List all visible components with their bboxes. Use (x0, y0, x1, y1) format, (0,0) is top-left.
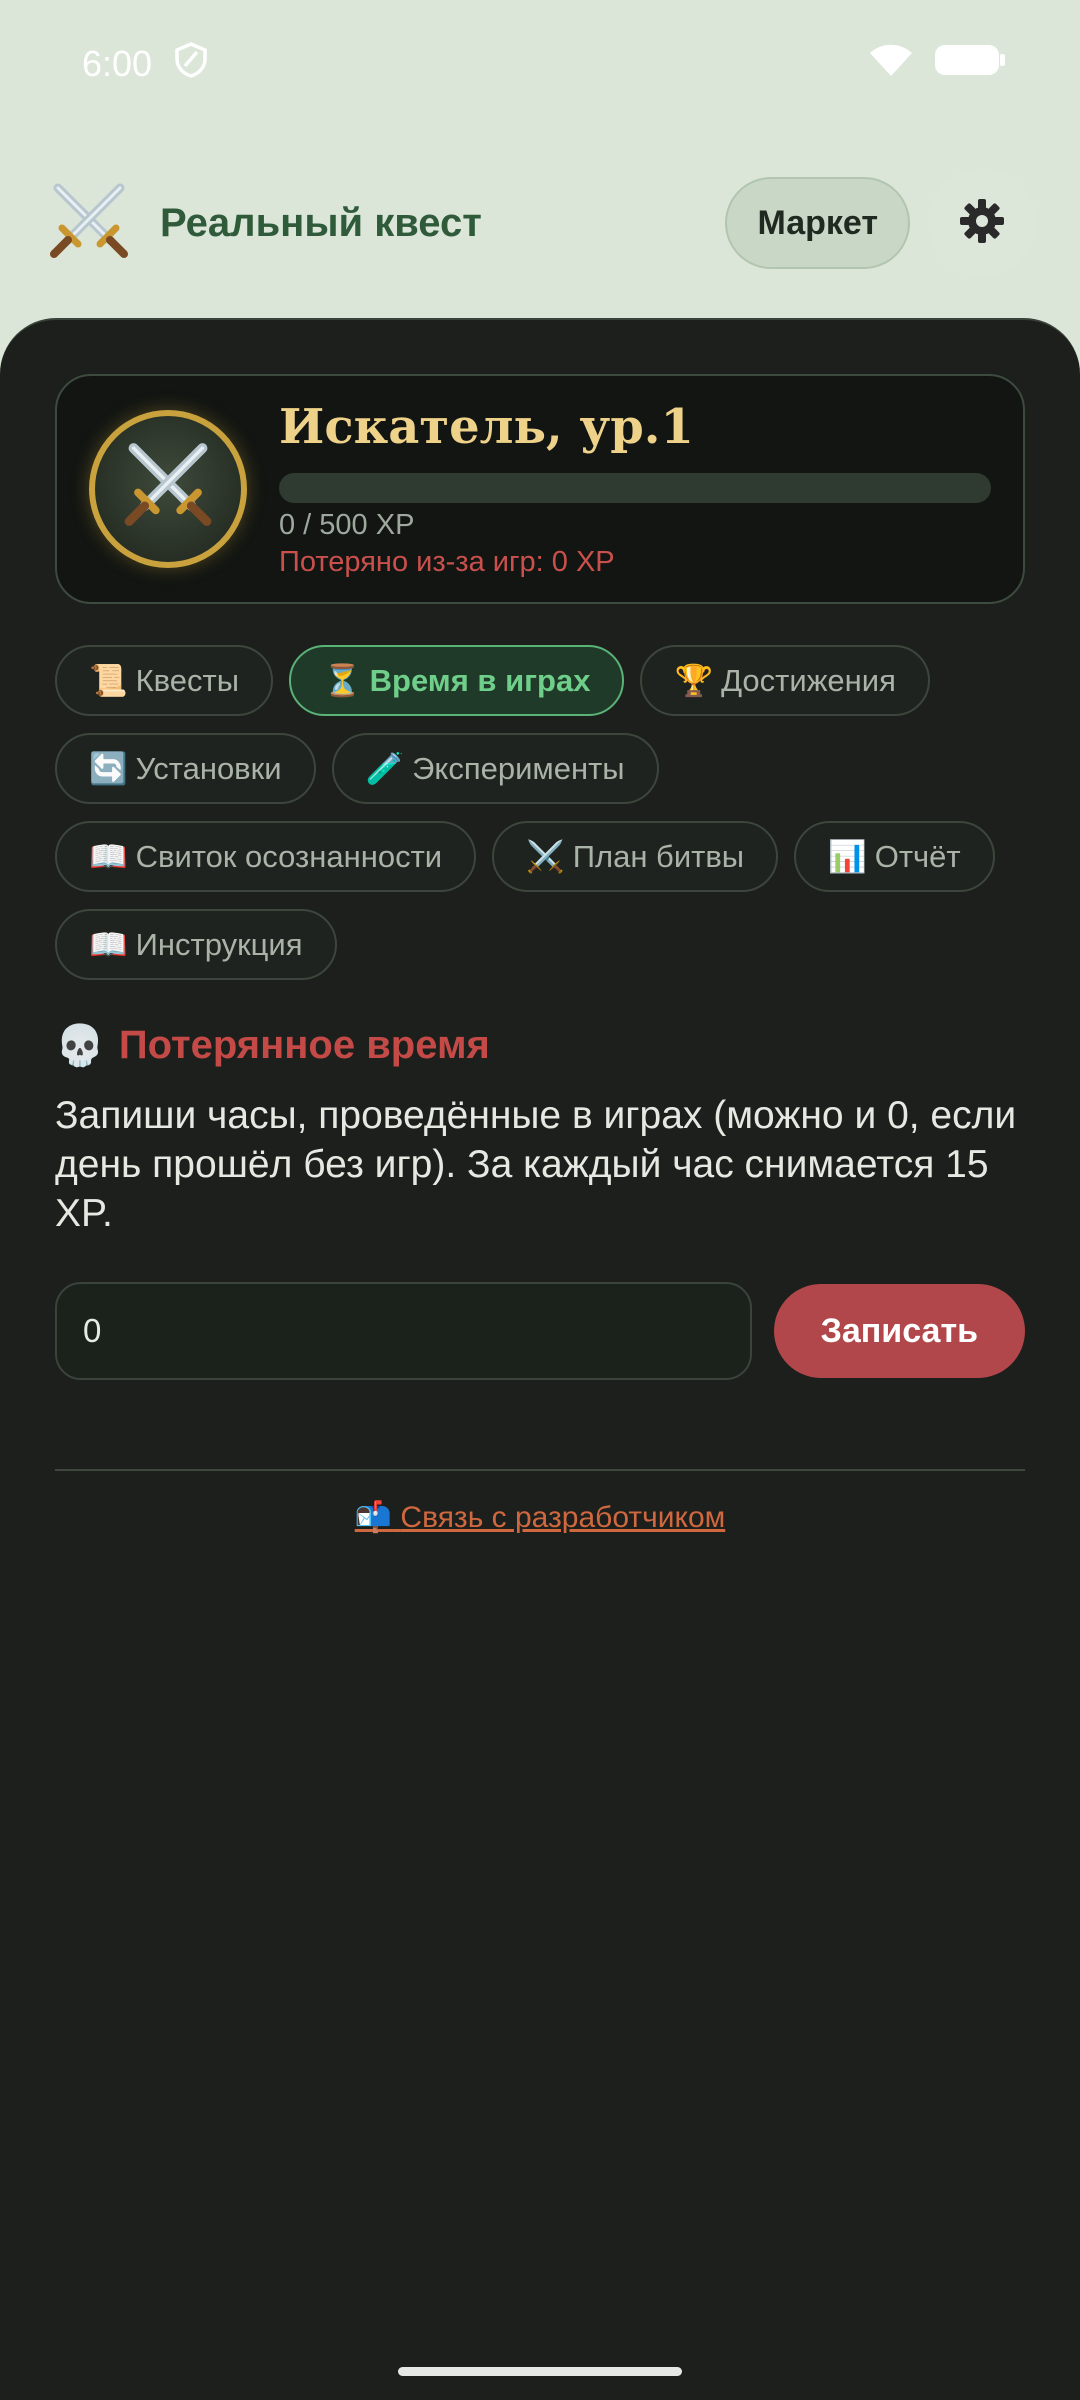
section-title-text: Потерянное время (118, 1023, 490, 1067)
tab-battle-plan[interactable]: ⚔️ План битвы (492, 821, 779, 892)
section-title: 💀 Потерянное время (55, 1022, 1030, 1069)
hourglass-icon: ⏳ (323, 663, 362, 698)
trophy-icon: 🏆 (674, 663, 714, 698)
main-content: Искатель, ур.1 0 / 500 XP Потеряно из-за… (0, 318, 1080, 2400)
market-button[interactable]: Маркет (725, 177, 910, 269)
wifi-icon (868, 42, 914, 87)
crossed-swords-logo-icon (44, 178, 134, 268)
tab-label: План битвы (572, 838, 745, 874)
tab-report[interactable]: 📊 Отчёт (794, 821, 995, 892)
contact-developer-link[interactable]: 📬 Связь с разработчиком (0, 1500, 1080, 1535)
skull-icon: 💀 (55, 1024, 105, 1068)
swords-icon: ⚔️ (526, 839, 565, 874)
player-rank: Искатель, ур.1 (279, 399, 694, 455)
tab-instructions[interactable]: 📖 Инструкция (55, 909, 337, 980)
bar-chart-icon: 📊 (828, 839, 867, 874)
status-time: 6:00 (82, 43, 153, 84)
status-bar: 6:00 (0, 0, 1080, 128)
app-title: Реальный квест (160, 200, 482, 245)
contact-label: Связь с разработчиком (400, 1501, 726, 1534)
shield-icon (174, 41, 208, 87)
lost-time-section: 💀 Потерянное время Запиши часы, проведён… (55, 1022, 1030, 1238)
profile-card: Искатель, ур.1 0 / 500 XP Потеряно из-за… (55, 374, 1025, 604)
mailbox-icon: 📬 (354, 1501, 393, 1534)
book-icon: 📖 (89, 839, 128, 874)
settings-button[interactable] (928, 169, 1036, 277)
test-tube-icon: 🧪 (365, 751, 405, 786)
tab-label: Свиток осознанности (135, 838, 443, 874)
scroll-icon: 📜 (89, 663, 128, 698)
section-description: Запиши часы, проведённые в играх (можно … (55, 1094, 1017, 1235)
record-button[interactable]: Записать (773, 1284, 1025, 1378)
tab-label: Эксперименты (412, 750, 625, 786)
tab-experiments[interactable]: 🧪 Эксперименты (331, 733, 659, 804)
book-icon: 📖 (89, 927, 128, 962)
hours-entry-form: Записать (55, 1282, 1025, 1380)
tab-label: Достижения (721, 662, 896, 698)
tab-bar: 📜 Квесты ⏳ Время в играх 🏆 Достижения 🔄 Уста… (55, 645, 1045, 980)
tab-label: Отчёт (874, 838, 961, 874)
crossed-swords-icon (118, 437, 218, 542)
tab-label: Инструкция (135, 926, 303, 962)
hours-input[interactable] (55, 1282, 752, 1380)
xp-progress-bar (279, 473, 991, 503)
divider (55, 1469, 1025, 1471)
home-indicator[interactable] (398, 2367, 682, 2376)
tab-label: Время в играх (369, 662, 591, 698)
tab-achievements[interactable]: 🏆 Достижения (640, 645, 930, 716)
xp-text: 0 / 500 XP (279, 509, 415, 541)
avatar (89, 410, 247, 568)
tab-game-time[interactable]: ⏳ Время в играх (289, 645, 625, 716)
tab-settings[interactable]: 🔄 Установки (55, 733, 316, 804)
tab-label: Квесты (135, 662, 240, 698)
refresh-icon: 🔄 (89, 751, 128, 786)
battery-icon (934, 42, 1006, 87)
tab-quests[interactable]: 📜 Квесты (55, 645, 274, 716)
lost-xp-text: Потеряно из-за игр: 0 XP (279, 546, 615, 578)
tab-label: Установки (135, 750, 282, 786)
app-bar: Реальный квест Маркет (0, 128, 1080, 318)
tab-mindfulness-scroll[interactable]: 📖 Свиток осознанности (55, 821, 477, 892)
gear-icon (959, 198, 1005, 249)
